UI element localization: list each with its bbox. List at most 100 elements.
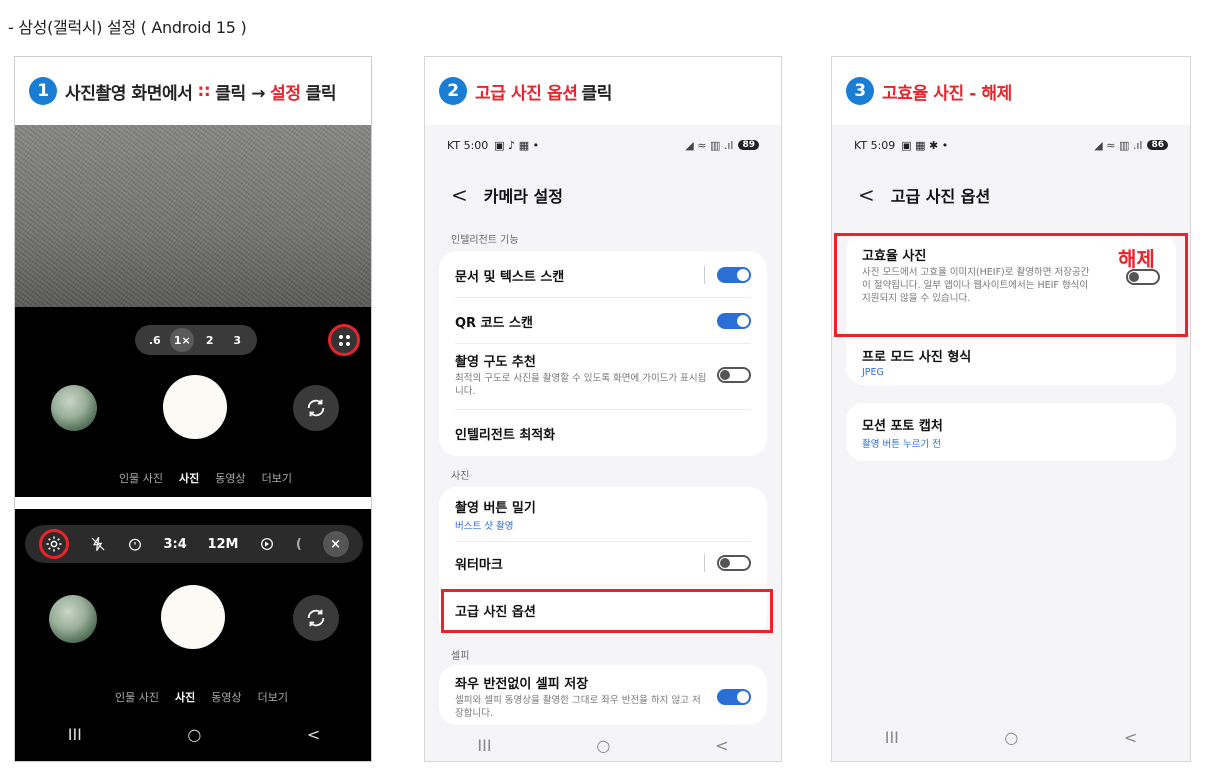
mode-more[interactable]: 더보기 [262,470,292,486]
shutter-button[interactable] [163,375,227,439]
mode-photo[interactable]: 사진 [179,470,199,486]
selfie-mirror-toggle[interactable] [717,689,751,705]
home-button[interactable]: ○ [596,736,610,755]
signal-icons: ◢ ≈ ▥ .ıl [685,138,734,152]
composition-desc: 최적의 구도로 사진을 촬영할 수 있도록 화면에 가이드가 표시됩니다. [455,373,707,397]
mode-video[interactable]: 동영상 [215,470,245,486]
settings-button[interactable] [39,529,70,559]
home-button[interactable]: ○ [187,725,201,744]
zoom-0-6[interactable]: .6 [143,328,167,352]
more-options-button[interactable] [328,324,360,356]
signal-icons: ◢ ≈ ▥ .ıl [1094,138,1143,152]
zoom-2[interactable]: 2 [198,328,222,352]
composition-toggle[interactable] [717,367,751,383]
camera-mode-tabs: 인물 사진 사진 동영상 더보기 [119,470,292,486]
watermark-toggle[interactable] [717,555,751,571]
intelligent-card: 문서 및 텍스트 스캔 QR 코드 스캔 촬영 구도 추천 최적의 구도로 사진을… [439,251,767,456]
battery-indicator: 86 [1147,140,1168,150]
section-selfie: 셀피 [451,651,470,662]
back-arrow-icon[interactable]: < [858,183,875,207]
android-nav-bar: III ○ < [832,719,1190,755]
android-nav-bar: III ○ < [15,719,371,749]
step1-text-e: 클릭 [305,83,337,104]
motion-photo-row[interactable]: 모션 포토 캡처 촬영 버튼 누르기 전 [862,413,1160,451]
pro-mode-format-label: 프로 모드 사진 형식 [862,350,972,365]
close-settings-button[interactable]: × [322,531,349,557]
status-bar: KT 5:00 ▣ ♪ ▦ • ◢ ≈ ▥ .ıl 89 [425,125,781,165]
section-photo: 사진 [451,471,470,482]
step2-text-b: 클릭 [581,83,612,104]
back-button[interactable]: < [715,736,728,755]
release-annotation: 해제 [1118,247,1155,271]
mode-video[interactable]: 동영상 [211,689,241,705]
mode-photo[interactable]: 사진 [175,689,195,705]
zoom-1x[interactable]: 1× [170,328,195,352]
camera-viewfinder: .6 1× 2 3 인물 사진 사진 동영상 더보기 [15,125,371,497]
back-button[interactable]: < [307,725,320,744]
selfie-card: 좌우 반전없이 셀피 저장 셀피와 셀피 동영상을 촬영한 그대로 좌우 반전을 … [439,665,767,725]
aspect-ratio-option[interactable]: 3:4 [163,537,186,552]
resolution-option[interactable]: 12M [207,537,238,552]
notification-icons: ▣ ▦ ✱ • [901,138,949,152]
qr-scan-toggle[interactable] [717,313,751,329]
composition-row[interactable]: 촬영 구도 추천 최적의 구도로 사진을 촬영할 수 있도록 화면에 가이드가 표… [455,351,751,399]
notification-icons: ▣ ♪ ▦ • [494,138,540,152]
pro-mode-format-row[interactable]: 프로 모드 사진 형식 JPEG [862,345,1160,379]
android-nav-bar: III ○ < [425,727,781,761]
home-button[interactable]: ○ [1004,728,1018,747]
swipe-shutter-row[interactable]: 촬영 버튼 밀기버스트 샷 촬영 [455,497,751,532]
switch-camera-button-2[interactable] [293,595,339,641]
camera-settings-view: 3:4 12M ( × 인물 사진 사진 동영상 더보기 III ○ < [15,509,371,761]
pro-mode-format-value: JPEG [862,367,884,378]
mode-more[interactable]: 더보기 [258,689,288,705]
recents-button[interactable]: III [885,728,899,747]
motion-photo-value: 촬영 버튼 누르기 전 [862,438,941,450]
gallery-thumbnail[interactable] [51,385,97,431]
zoom-3[interactable]: 3 [225,328,249,352]
mode-portrait[interactable]: 인물 사진 [115,689,159,705]
mode-portrait[interactable]: 인물 사진 [119,470,163,486]
qr-scan-row[interactable]: QR 코드 스캔 [455,307,751,335]
intel-optimize-row[interactable]: 인텔리전트 최적화 [455,419,751,447]
page-title: 카메라 설정 [483,187,563,206]
selfie-mirror-row[interactable]: 좌우 반전없이 셀피 저장 셀피와 셀피 동영상을 촬영한 그대로 좌우 반전을 … [455,673,751,721]
qr-scan-label: QR 코드 스캔 [455,315,533,331]
camera-preview [15,125,371,307]
quick-settings-bar: 3:4 12M ( × [25,525,363,563]
status-bar: KT 5:09 ▣ ▦ ✱ • ◢ ≈ ▥ .ıl 86 [832,125,1190,165]
back-arrow-icon[interactable]: < [451,183,468,207]
doc-scan-toggle[interactable] [717,267,751,283]
step1-text-b: :: [197,81,211,101]
step2-text-a: 고급 사진 옵션 [475,83,578,104]
timer-icon[interactable] [127,536,143,552]
rotate-camera-icon [307,399,325,417]
step1-header: 1 사진촬영 화면에서 :: 클릭 → 설정 클릭 [15,57,371,125]
step2-header: 2 고급 사진 옵션 클릭 [425,57,781,125]
step1-text-d: 설정 [270,83,301,104]
recents-button[interactable]: III [477,736,491,755]
swipe-shutter-label: 촬영 버튼 밀기 [455,500,536,516]
zoom-selector[interactable]: .6 1× 2 3 [135,325,257,355]
step-number-3: 3 [846,77,874,105]
motion-photo-icon[interactable] [259,536,275,552]
recents-button[interactable]: III [68,725,82,744]
watermark-label: 워터마크 [455,557,503,573]
step3-panel: 3 고효율 사진 - 해제 KT 5:09 ▣ ▦ ✱ • ◢ ≈ ▥ .ıl 86… [831,56,1191,762]
status-time: KT 5:09 [854,138,896,152]
step3-header: 3 고효율 사진 - 해제 [832,57,1190,125]
doc-scan-row[interactable]: 문서 및 텍스트 스캔 [455,261,751,289]
highlight-box [441,589,773,633]
settings-title-bar: < 고급 사진 옵션 [832,175,1190,215]
flash-off-icon[interactable] [90,536,106,552]
switch-camera-button[interactable] [293,385,339,431]
gallery-thumbnail-2[interactable] [49,595,97,643]
swipe-shutter-value: 버스트 샷 촬영 [455,520,514,532]
intel-optimize-label: 인텔리전트 최적화 [455,427,556,443]
watermark-row[interactable]: 워터마크 [455,549,751,577]
back-button[interactable]: < [1124,728,1137,747]
gear-icon [46,536,62,552]
shutter-button-2[interactable] [161,585,225,649]
selfie-mirror-desc: 셀피와 셀피 동영상을 촬영한 그대로 좌우 반전을 하지 않고 저장합니다. [455,695,701,719]
filter-icon[interactable]: ( [296,537,302,552]
doc-scan-label: 문서 및 텍스트 스캔 [455,269,565,285]
